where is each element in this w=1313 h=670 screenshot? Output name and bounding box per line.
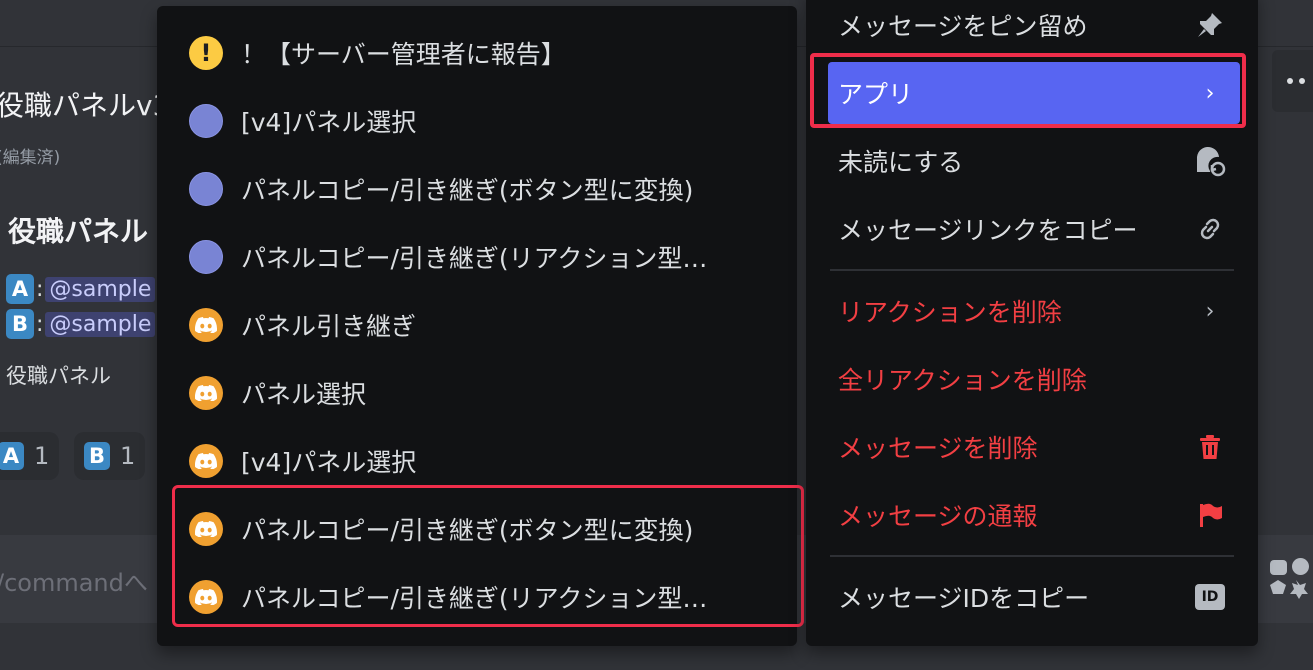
purple-circle-avatar — [189, 104, 223, 138]
sticker-icon[interactable] — [1268, 556, 1312, 600]
trash-icon — [1192, 429, 1228, 465]
menu-item-label: メッセージの通報 — [838, 502, 1038, 531]
app-item-label: パネル引き継ぎ — [241, 312, 417, 341]
discord-icon — [189, 308, 223, 342]
menu-item-label: リアクションを削除 — [838, 298, 1062, 327]
regional-b-icon: B — [84, 442, 110, 470]
regional-b-icon: B — [6, 309, 34, 339]
app-item-report-admin[interactable]: ! ！【サーバー管理者に報告】 — [157, 23, 797, 83]
app-item-v4-panel-select[interactable]: [v4]パネル選択 — [157, 91, 797, 151]
link-icon — [1192, 211, 1228, 247]
reaction-b[interactable]: B 1 — [74, 432, 146, 480]
app-item-label: パネル選択 — [241, 380, 367, 409]
purple-circle-avatar — [189, 172, 223, 206]
flag-icon — [1192, 497, 1228, 533]
copy-message-id-item[interactable]: メッセージIDをコピー ID — [828, 566, 1240, 628]
report-message-item[interactable]: メッセージの通報 — [828, 484, 1240, 546]
more-options-button[interactable] — [1272, 50, 1313, 112]
app-item-label: パネルコピー/引き継ぎ(ボタン型に変換) — [241, 176, 694, 205]
menu-item-label: メッセージリンクをコピー — [838, 216, 1138, 245]
id-badge: ID — [1195, 584, 1225, 610]
embed-title: 役職パネル — [8, 215, 149, 248]
reaction-count: 1 — [34, 442, 50, 470]
app-item-label: [v4]パネル選択 — [241, 448, 417, 477]
purple-circle-avatar — [189, 240, 223, 274]
pin-icon — [1192, 7, 1228, 43]
highlight-box — [810, 53, 1246, 128]
role-line: A: @sample — [6, 274, 156, 304]
app-item-label: [v4]パネル選択 — [241, 108, 417, 137]
dot-icon — [1287, 78, 1293, 84]
dot-icon — [1299, 78, 1305, 84]
role-mention[interactable]: @sample — [45, 276, 156, 302]
pin-message-item[interactable]: メッセージをピン留め — [828, 0, 1240, 56]
menu-item-label: 未読にする — [838, 148, 964, 177]
menu-item-label: メッセージをピン留め — [838, 12, 1088, 41]
app-item-v4-panel-select-2[interactable]: [v4]パネル選択 — [157, 431, 797, 491]
copy-link-item[interactable]: メッセージリンクをコピー — [828, 198, 1240, 260]
app-item-panel-select[interactable]: パネル選択 — [157, 363, 797, 423]
message-title: 役職パネルv3 — [0, 89, 171, 122]
menu-item-label: メッセージIDをコピー — [838, 584, 1090, 613]
remove-reaction-item[interactable]: リアクションを削除 › — [828, 280, 1240, 342]
regional-a-icon: A — [6, 274, 34, 304]
id-icon: ID — [1192, 579, 1228, 615]
delete-message-item[interactable]: メッセージを削除 — [828, 416, 1240, 478]
menu-item-label: メッセージを削除 — [838, 434, 1038, 463]
role-mention[interactable]: @sample — [45, 311, 156, 337]
warning-icon: ! — [189, 36, 223, 70]
remove-all-reactions-item[interactable]: 全リアクションを削除 — [828, 348, 1240, 410]
app-item-label: パネルコピー/引き継ぎ(リアクション型… — [241, 244, 708, 273]
mark-unread-item[interactable]: 未読にする — [828, 130, 1240, 192]
reaction-count: 1 — [120, 442, 136, 470]
discord-icon — [189, 376, 223, 410]
mark-unread-icon — [1192, 143, 1228, 179]
regional-a-icon: A — [0, 442, 24, 470]
message-body: 役職パネル — [6, 364, 111, 388]
menu-separator — [830, 269, 1234, 271]
composer-placeholder: /commandへ — [0, 569, 148, 597]
app-item-panel-copy-button[interactable]: パネルコピー/引き継ぎ(ボタン型に変換) — [157, 159, 797, 219]
edited-label: (編集済) — [0, 148, 61, 168]
app-item-panel-transfer[interactable]: パネル引き継ぎ — [157, 295, 797, 355]
chevron-right-icon: › — [1205, 298, 1215, 324]
highlight-box — [172, 485, 804, 627]
reaction-a[interactable]: A 1 — [0, 432, 60, 480]
role-line: B: @sample — [6, 309, 156, 339]
menu-item-label: 全リアクションを削除 — [838, 366, 1087, 395]
app-item-label: ！【サーバー管理者に報告】 — [241, 40, 566, 69]
menu-separator — [830, 555, 1234, 557]
discord-icon — [189, 444, 223, 478]
app-item-panel-copy-reaction[interactable]: パネルコピー/引き継ぎ(リアクション型… — [157, 227, 797, 287]
